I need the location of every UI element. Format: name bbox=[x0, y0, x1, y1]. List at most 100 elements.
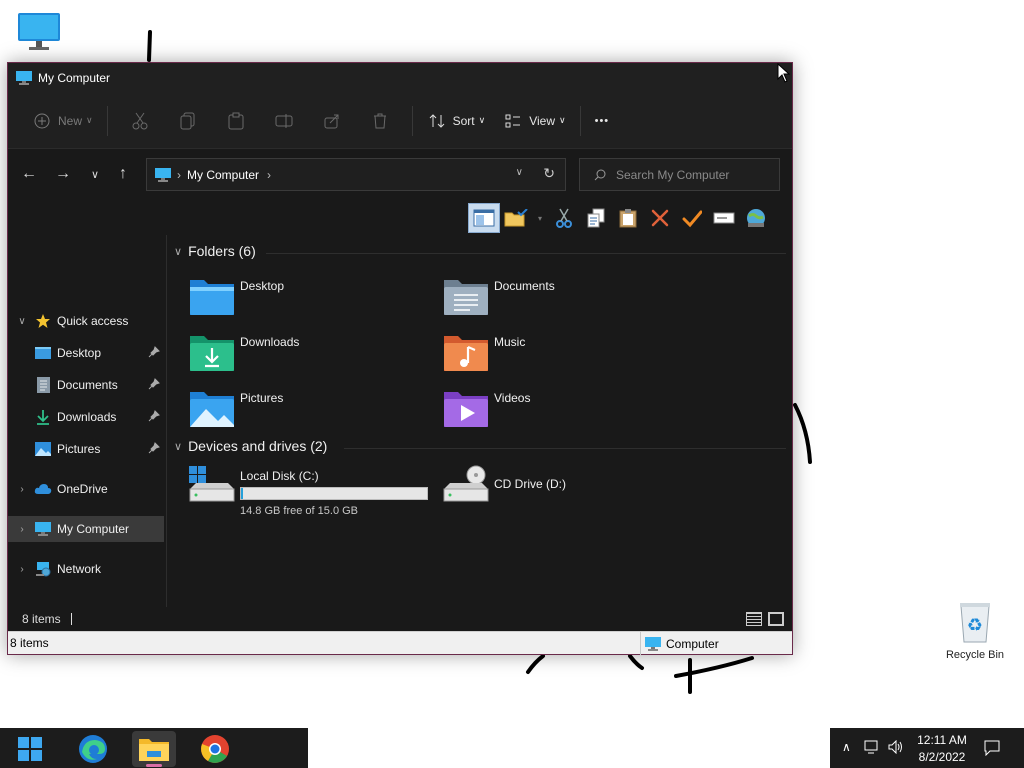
delete-button[interactable] bbox=[356, 104, 404, 138]
taskbar bbox=[0, 728, 308, 768]
nav-documents[interactable]: Documents bbox=[8, 372, 164, 398]
nav-pictures[interactable]: Pictures bbox=[8, 436, 164, 462]
rename-classic-button[interactable] bbox=[708, 203, 740, 233]
text-cursor bbox=[70, 613, 72, 625]
folder-tile-desktop[interactable]: Desktop bbox=[188, 275, 438, 325]
drive-free-space: 14.8 GB free of 15.0 GB bbox=[240, 505, 359, 517]
content-area: ∨ Folders (6) Desktop Documents Download… bbox=[168, 235, 792, 607]
nav-quick-access[interactable]: ∨ Quick access bbox=[8, 308, 164, 334]
expand-chevron-right-icon[interactable]: › bbox=[14, 484, 30, 495]
copy-icon bbox=[180, 112, 195, 129]
checkmark-icon bbox=[682, 210, 702, 228]
chevron-down-icon: ∨ bbox=[86, 115, 93, 125]
pin-icon[interactable] bbox=[148, 346, 160, 361]
address-dropdown-icon[interactable]: ∨ bbox=[516, 167, 523, 178]
network-drive-button[interactable] bbox=[740, 203, 772, 233]
nav-downloads[interactable]: Downloads bbox=[8, 404, 164, 430]
refresh-icon[interactable]: ↻ bbox=[543, 165, 555, 182]
drive-tile-d[interactable]: CD Drive (D:) bbox=[442, 465, 692, 521]
expand-chevron-down-icon[interactable]: ∨ bbox=[14, 316, 30, 327]
properties-check-button[interactable] bbox=[676, 203, 708, 233]
start-button[interactable] bbox=[8, 731, 52, 767]
classic-status-bar: 8 items Computer bbox=[8, 631, 792, 655]
view-list-icon bbox=[503, 111, 523, 131]
preview-pane-icon bbox=[473, 209, 495, 227]
folders-group-header[interactable]: ∨ Folders (6) bbox=[174, 243, 256, 259]
documents-icon bbox=[34, 377, 52, 393]
file-explorer-taskbar-button[interactable] bbox=[132, 731, 176, 767]
nav-my-computer[interactable]: › My Computer bbox=[8, 516, 164, 542]
nav-downloads-label: Downloads bbox=[57, 410, 117, 424]
classic-item-count: 8 items bbox=[10, 636, 49, 650]
drives-group-header[interactable]: ∨ Devices and drives (2) bbox=[174, 438, 327, 454]
clock-date: 8/2/2022 bbox=[918, 750, 966, 764]
up-button[interactable]: ↑ bbox=[110, 161, 136, 187]
title-bar[interactable]: My Computer bbox=[8, 63, 792, 93]
share-button[interactable] bbox=[308, 104, 356, 138]
delete-classic-button[interactable] bbox=[644, 203, 676, 233]
recent-locations-button[interactable]: ∨ bbox=[82, 161, 108, 187]
expand-chevron-right-icon[interactable]: › bbox=[14, 564, 30, 575]
pin-icon[interactable] bbox=[148, 378, 160, 393]
recycle-bin-shortcut[interactable]: ♻ Recycle Bin bbox=[940, 600, 1010, 661]
search-input[interactable] bbox=[616, 167, 766, 182]
folder-tile-pictures[interactable]: Pictures bbox=[188, 387, 438, 437]
breadcrumb-chevron-icon: › bbox=[177, 167, 181, 182]
folder-tile-music[interactable]: Music bbox=[442, 331, 692, 381]
nav-onedrive[interactable]: › OneDrive bbox=[8, 476, 164, 502]
notification-icon[interactable] bbox=[984, 740, 1000, 759]
new-button[interactable]: New ∨ bbox=[26, 104, 99, 138]
pane-splitter[interactable] bbox=[166, 235, 167, 607]
clock[interactable]: 12:11 AM 8/2/2022 bbox=[914, 732, 970, 766]
cut-classic-button[interactable] bbox=[548, 203, 580, 233]
folder-icon bbox=[139, 739, 169, 761]
paste-classic-button[interactable] bbox=[612, 203, 644, 233]
drives-group-label: Devices and drives (2) bbox=[188, 438, 328, 454]
edge-taskbar-button[interactable] bbox=[71, 731, 115, 767]
folder-name: Music bbox=[494, 335, 526, 349]
folder-options-dropdown[interactable]: ▾ bbox=[532, 203, 548, 233]
network-status-icon[interactable] bbox=[864, 740, 880, 757]
collapse-chevron-icon[interactable]: ∨ bbox=[174, 440, 182, 453]
group-divider bbox=[344, 448, 786, 449]
preview-pane-button[interactable] bbox=[468, 203, 500, 233]
chrome-taskbar-button[interactable] bbox=[193, 731, 237, 767]
drive-tile-c[interactable]: Local Disk (C:) 14.8 GB free of 15.0 GB bbox=[188, 465, 438, 521]
show-hidden-icons-chevron-icon[interactable]: ∧ bbox=[842, 740, 851, 754]
address-bar[interactable]: › My Computer › ∨ ↻ bbox=[146, 158, 566, 191]
copy-classic-button[interactable] bbox=[580, 203, 612, 233]
nav-desktop-label: Desktop bbox=[57, 346, 102, 360]
view-toggle bbox=[746, 612, 784, 626]
search-box[interactable] bbox=[579, 158, 780, 191]
pin-icon[interactable] bbox=[148, 410, 160, 425]
sort-button[interactable]: Sort ∨ bbox=[421, 104, 492, 138]
forward-button[interactable]: → bbox=[50, 161, 76, 187]
large-icons-view-button[interactable] bbox=[768, 612, 784, 626]
folder-tile-downloads[interactable]: Downloads bbox=[188, 331, 438, 381]
nav-network-label: Network bbox=[57, 562, 102, 576]
nav-network[interactable]: › Network bbox=[8, 556, 164, 582]
pin-icon[interactable] bbox=[148, 442, 160, 457]
folder-tile-videos[interactable]: Videos bbox=[442, 387, 692, 437]
paste-button[interactable] bbox=[212, 104, 260, 138]
back-button[interactable]: ← bbox=[16, 161, 42, 187]
nav-desktop[interactable]: Desktop bbox=[8, 340, 164, 366]
folder-options-button[interactable] bbox=[500, 203, 532, 233]
folder-check-icon bbox=[504, 209, 528, 227]
collapse-chevron-icon[interactable]: ∨ bbox=[174, 245, 182, 258]
computer-icon bbox=[645, 636, 661, 651]
more-options-button[interactable]: ••• bbox=[589, 104, 616, 138]
command-bar: New ∨ Sort ∨ View ∨ ••• bbox=[8, 93, 792, 149]
view-button[interactable]: View ∨ bbox=[497, 104, 571, 138]
breadcrumb-my-computer[interactable]: My Computer bbox=[187, 168, 259, 182]
details-view-button[interactable] bbox=[746, 612, 762, 626]
volume-icon[interactable] bbox=[888, 739, 904, 757]
copy-button[interactable] bbox=[164, 104, 212, 138]
folder-tile-documents[interactable]: Documents bbox=[442, 275, 692, 325]
cut-button[interactable] bbox=[116, 104, 164, 138]
breadcrumb-chevron-icon[interactable]: › bbox=[267, 168, 271, 182]
nav-quick-access-label: Quick access bbox=[57, 314, 129, 328]
expand-chevron-right-icon[interactable]: › bbox=[14, 524, 30, 535]
rename-button[interactable] bbox=[260, 104, 308, 138]
desktop-computer-icon[interactable] bbox=[17, 12, 61, 52]
